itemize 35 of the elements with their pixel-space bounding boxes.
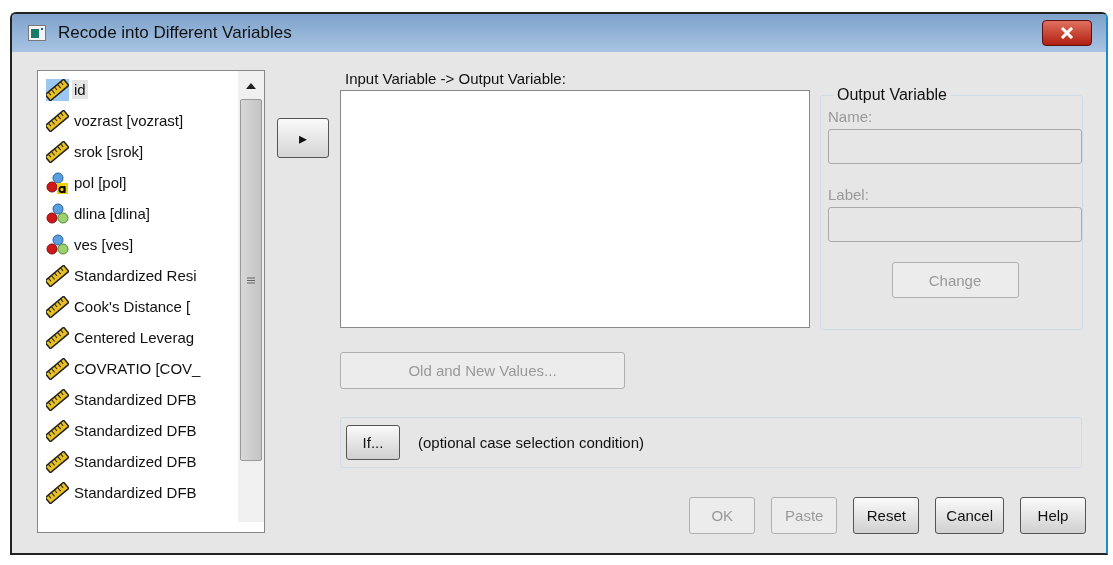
group-title: Output Variable bbox=[836, 86, 948, 104]
window-icon bbox=[28, 25, 46, 41]
name-label: Name: bbox=[828, 108, 874, 125]
label-label: Label: bbox=[828, 186, 870, 203]
dialog-button[interactable]: Help bbox=[1020, 497, 1086, 534]
variable-item[interactable]: ves [ves] bbox=[72, 235, 136, 254]
variable-item[interactable]: vozrast [vozrast] bbox=[72, 111, 186, 130]
variable-item[interactable]: dlina [dlina] bbox=[72, 204, 152, 223]
dialog-button[interactable]: Reset bbox=[853, 497, 920, 534]
nominal-icon bbox=[46, 233, 69, 256]
variable-item[interactable]: srok [srok] bbox=[72, 142, 146, 161]
mapping-label: Input Variable -> Output Variable: bbox=[345, 70, 567, 89]
variable-item[interactable]: pol [pol] bbox=[72, 173, 129, 192]
variable-item[interactable]: Standardized DFB bbox=[72, 421, 199, 440]
variable-item[interactable]: Standardized DFB bbox=[72, 390, 199, 409]
scroll-up-icon[interactable] bbox=[246, 83, 257, 89]
ruler-icon bbox=[46, 78, 69, 101]
variable-item[interactable]: id bbox=[72, 80, 88, 99]
scrollbar[interactable] bbox=[238, 71, 265, 522]
window-title: Recode into Different Variables bbox=[58, 23, 292, 43]
variable-item[interactable]: Standardized DFB bbox=[72, 452, 199, 471]
dialog-button[interactable]: Cancel bbox=[935, 497, 1004, 534]
variable-item[interactable]: Centered Leverag bbox=[72, 328, 197, 347]
if-button[interactable]: If... bbox=[346, 425, 400, 460]
variable-item[interactable]: Standardized DFB bbox=[72, 483, 199, 502]
variable-item[interactable]: Cook's Distance [ bbox=[72, 297, 193, 316]
condition-text: (optional case selection condition) bbox=[418, 434, 644, 451]
close-button[interactable] bbox=[1042, 20, 1092, 46]
scroll-thumb[interactable] bbox=[240, 99, 263, 461]
variable-item[interactable]: COVRATIO [COV_ bbox=[72, 359, 203, 378]
move-button[interactable]: ▸ bbox=[276, 118, 329, 158]
variable-item[interactable]: Standardized Resi bbox=[72, 266, 199, 285]
close-icon[interactable] bbox=[1060, 27, 1074, 39]
nominal-string-icon bbox=[46, 171, 69, 194]
nominal-icon bbox=[46, 202, 69, 225]
